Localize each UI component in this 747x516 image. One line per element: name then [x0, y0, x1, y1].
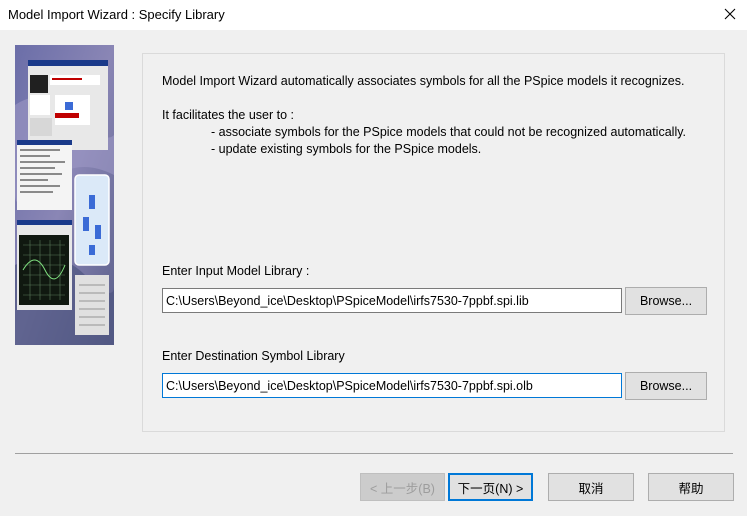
input-browse-button[interactable]: Browse... — [625, 287, 707, 315]
input-library-label: Enter Input Model Library : — [162, 264, 310, 278]
destination-library-field[interactable] — [162, 373, 622, 398]
destination-browse-button[interactable]: Browse... — [625, 372, 707, 400]
input-library-field[interactable] — [162, 288, 622, 313]
intro-line-2: It facilitates the user to : — [162, 108, 295, 122]
help-button[interactable]: 帮助 — [648, 473, 734, 501]
footer-separator — [15, 453, 733, 454]
window-title: Model Import Wizard : Specify Library — [8, 7, 225, 22]
content-panel: Model Import Wizard automatically associ… — [142, 53, 725, 432]
intro-bullet-1: - associate symbols for the PSpice model… — [211, 125, 687, 139]
next-button[interactable]: 下一页(N) > — [448, 473, 533, 501]
intro-bullet-2: - update existing symbols for the PSpice… — [211, 142, 482, 156]
back-button[interactable]: < 上一步(B) — [360, 473, 445, 501]
close-button[interactable] — [713, 0, 747, 30]
intro-line-1: Model Import Wizard automatically associ… — [162, 74, 685, 88]
wizard-illustration — [15, 45, 114, 345]
cancel-button[interactable]: 取消 — [548, 473, 634, 501]
destination-library-label: Enter Destination Symbol Library — [162, 349, 345, 363]
title-bar: Model Import Wizard : Specify Library — [0, 0, 747, 30]
close-icon — [724, 8, 736, 23]
